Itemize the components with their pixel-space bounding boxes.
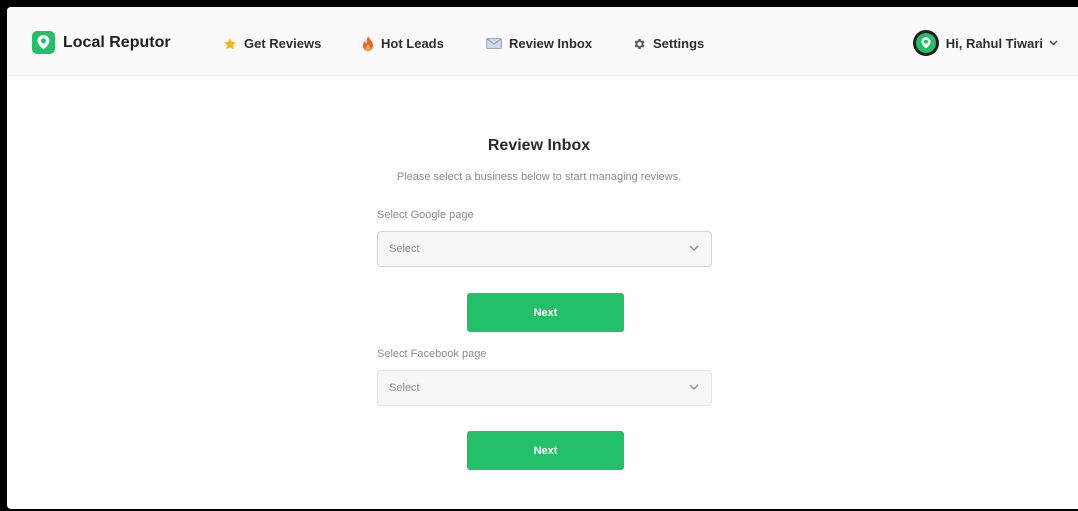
select-value: Select — [389, 382, 420, 394]
facebook-page-select[interactable]: Select — [377, 370, 712, 406]
brand-name: Local Reputor — [63, 33, 171, 51]
chevron-down-icon — [1049, 40, 1058, 46]
page-subtitle: Please select a business below to start … — [396, 171, 682, 183]
nav-label: Get Reviews — [244, 36, 322, 51]
chevron-down-icon — [689, 384, 699, 391]
user-menu[interactable]: Hi, Rahul Tiwari — [912, 30, 1058, 56]
google-page-select[interactable]: Select — [377, 231, 712, 267]
gear-icon — [632, 37, 646, 51]
app-window: Local Reputor Get Reviews Hot Leads Revi… — [7, 7, 1078, 509]
page-title: Review Inbox — [487, 137, 591, 154]
avatar — [912, 30, 939, 56]
nav-label: Settings — [653, 36, 705, 51]
brand-logo[interactable]: Local Reputor — [32, 31, 171, 54]
map-pin-icon — [32, 31, 55, 54]
select-value: Select — [389, 243, 420, 255]
nav-label: Hot Leads — [381, 36, 444, 51]
map-pin-icon — [915, 33, 936, 53]
chevron-down-icon — [689, 245, 699, 252]
google-next-button[interactable]: Next — [467, 293, 624, 332]
facebook-page-label: Select Facebook page — [377, 348, 487, 360]
nav-review-inbox[interactable]: Review Inbox — [486, 36, 592, 51]
google-page-label: Select Google page — [377, 209, 474, 221]
user-greeting: Hi, Rahul Tiwari — [945, 35, 1043, 51]
nav-get-reviews[interactable]: Get Reviews — [223, 36, 321, 51]
nav-label: Review Inbox — [509, 36, 593, 51]
star-icon — [223, 37, 237, 51]
inbox-icon — [486, 38, 502, 49]
fire-icon — [362, 36, 374, 51]
nav-settings[interactable]: Settings — [632, 36, 704, 51]
nav-hot-leads[interactable]: Hot Leads — [362, 36, 444, 51]
top-navbar: Local Reputor Get Reviews Hot Leads Revi… — [7, 7, 1078, 76]
facebook-next-button[interactable]: Next — [467, 431, 624, 470]
